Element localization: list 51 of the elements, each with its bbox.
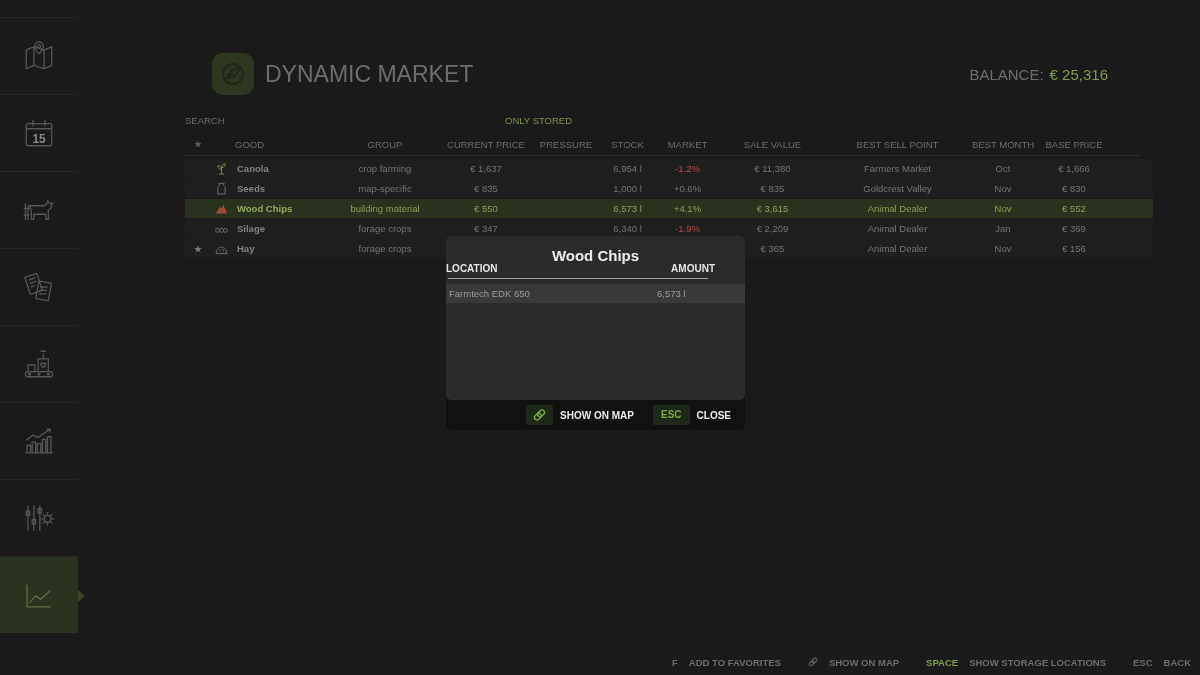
price-cell: € 1,637 [470,163,502,174]
good-name: Canola [236,163,270,174]
sale-value-cell: € 11,380 [754,163,791,174]
month-cell: Oct [995,163,1011,174]
group-cell: crop farming [358,163,412,174]
market-change: -1.9% [675,223,700,234]
location-cell-text: Farmtech EDK 650 [448,288,531,299]
sell-point-cell: Farmers Market [863,163,931,174]
key-hint: F [672,656,678,668]
key-hint: ESC [1133,656,1153,668]
group-cell: building material [350,203,420,214]
sell-point-cell: Animal Dealer [867,243,928,254]
base-price-cell: € 369 [1062,223,1086,234]
sale-value-cell: € 3,615 [756,203,789,214]
sell-point-cell: Animal Dealer [867,203,928,214]
good-name: Wood Chips [236,203,294,214]
dialog-title: Wood Chips [550,249,641,263]
month-cell: Nov [994,243,1012,254]
price-cell: € 550 [474,203,498,214]
column-header: LOCATION [446,263,499,275]
key-hint: SPACE [926,656,959,668]
price-cell: € 347 [474,223,498,234]
group-cell: forage crops [358,223,412,234]
month-cell: Nov [994,203,1012,214]
stock-cell: 6,573 l [613,203,642,214]
base-price-cell: € 830 [1062,183,1086,194]
sell-point-cell: Goldcrest Valley [863,183,932,194]
balance-value: € 25,316 [1049,65,1108,83]
market-change: +4.1% [673,203,702,214]
amount-cell-text: 6,573 l [657,288,687,299]
group-cell: map-specific [358,183,412,194]
sale-value-cell: € 2,209 [756,223,789,234]
page-title: DYNAMIC MARKET [265,60,474,88]
market-change: +0.6% [673,183,702,194]
sell-point-cell: Animal Dealer [867,223,928,234]
column-header: AMOUNT [670,263,716,275]
good-name: Silage [236,223,266,234]
base-price-cell: € 1,666 [1058,163,1090,174]
base-price-cell: € 156 [1062,243,1086,254]
good-name: Seeds [236,183,266,194]
base-price-cell: € 552 [1062,203,1086,214]
balance-label: BALANCE: [969,65,1044,83]
group-cell: forage crops [358,243,412,254]
key-hint: ESC [653,405,690,425]
month-cell: Jan [995,223,1011,234]
good-name: Hay [236,243,256,254]
sale-value-cell: € 835 [760,183,785,194]
sale-value-cell: € 365 [760,243,785,254]
month-cell: Nov [994,183,1012,194]
market-change: -1.2% [675,163,700,174]
price-cell: € 835 [474,183,498,194]
